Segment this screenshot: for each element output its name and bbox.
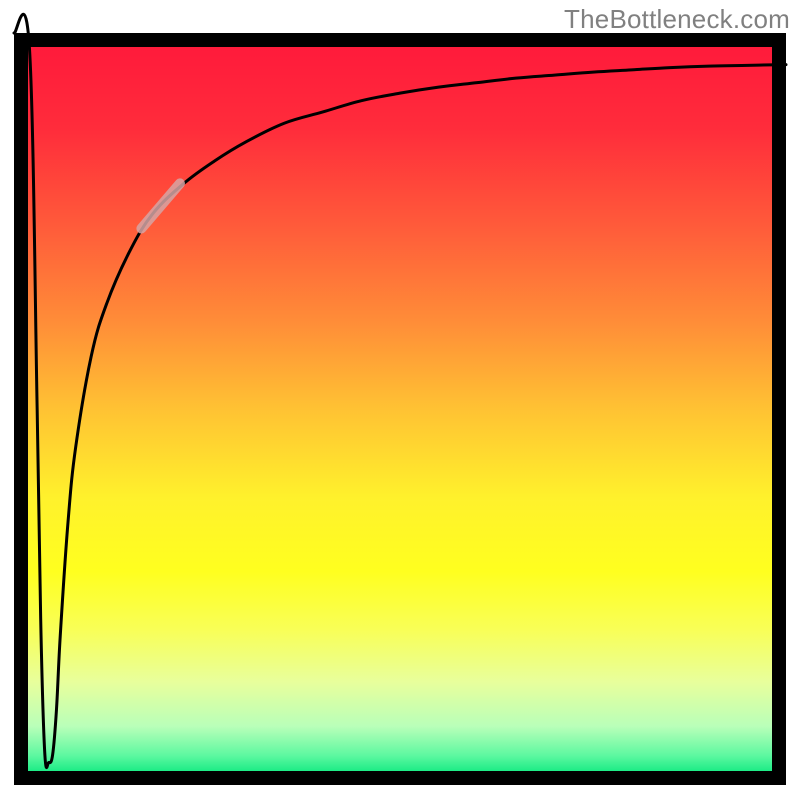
plot-background [21, 40, 779, 778]
watermark-text: TheBottleneck.com [564, 4, 790, 35]
bottleneck-chart [0, 0, 800, 800]
